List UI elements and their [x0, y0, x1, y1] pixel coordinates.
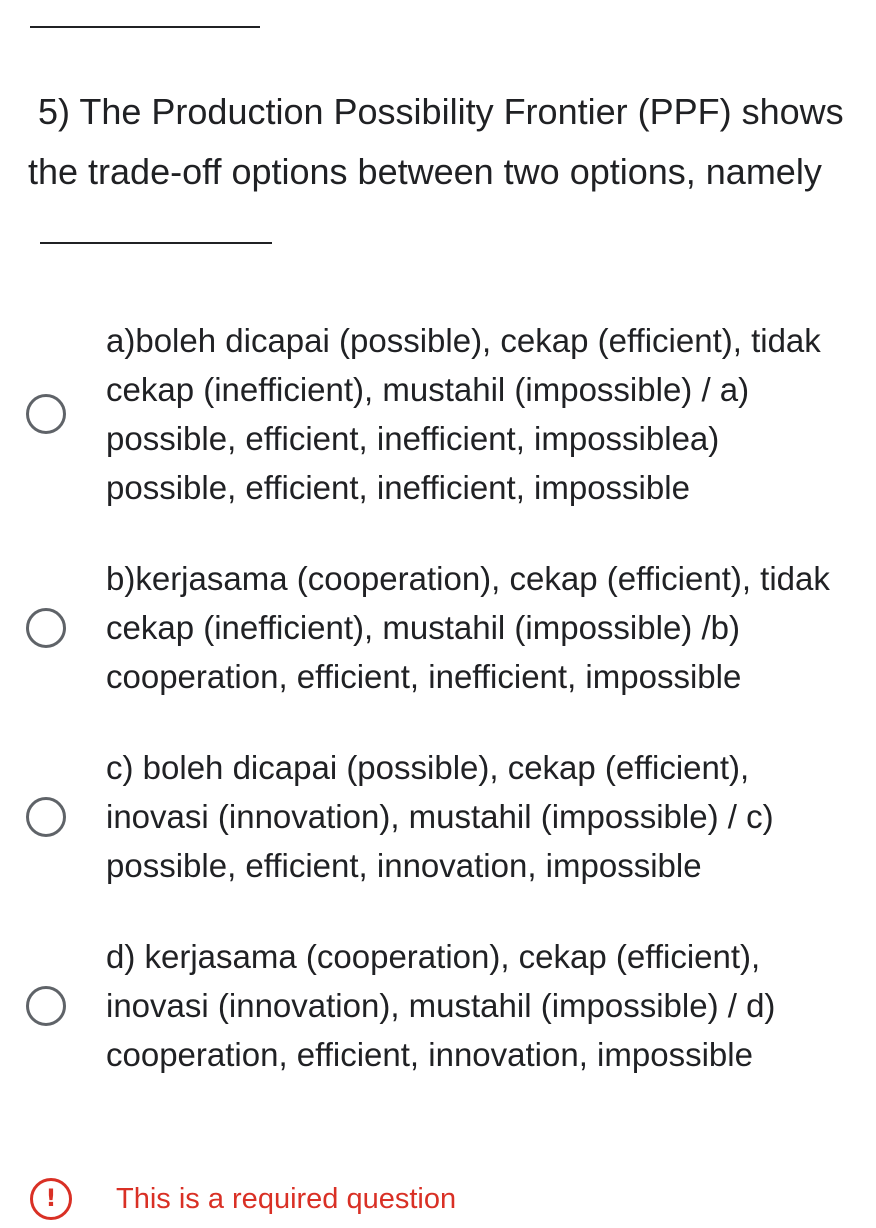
option-a-label: a)boleh dicapai (possible), cekap (effic…	[106, 322, 821, 506]
option-b[interactable]: b)kerjasama (cooperation), cekap (effici…	[0, 554, 876, 701]
question-number: 5)	[38, 91, 71, 132]
required-warning-text: This is a required question	[116, 1183, 457, 1215]
answer-blank	[40, 242, 272, 244]
radio-button-b[interactable]	[26, 607, 66, 648]
option-c[interactable]: c) boleh dicapai (possible), cekap (effi…	[0, 743, 876, 890]
question-title: 5) The Production Possibility Frontier (…	[28, 82, 848, 262]
options-list: a)boleh dicapai (possible), cekap (effic…	[0, 316, 876, 1121]
option-d[interactable]: d) kerjasama (cooperation), cekap (effic…	[0, 932, 876, 1079]
top-divider	[30, 26, 260, 28]
exclamation-circle-icon: !	[30, 1178, 72, 1220]
question-text: The Production Possibility Frontier (PPF…	[28, 91, 844, 192]
radio-button-d[interactable]	[26, 985, 66, 1026]
option-b-label: b)kerjasama (cooperation), cekap (effici…	[106, 560, 830, 695]
option-a[interactable]: a)boleh dicapai (possible), cekap (effic…	[0, 316, 876, 512]
required-warning: ! This is a required question	[30, 1178, 456, 1220]
radio-button-c[interactable]	[26, 796, 66, 837]
option-c-label: c) boleh dicapai (possible), cekap (effi…	[106, 749, 774, 884]
radio-button-a[interactable]	[26, 394, 66, 434]
option-d-label: d) kerjasama (cooperation), cekap (effic…	[106, 938, 776, 1073]
